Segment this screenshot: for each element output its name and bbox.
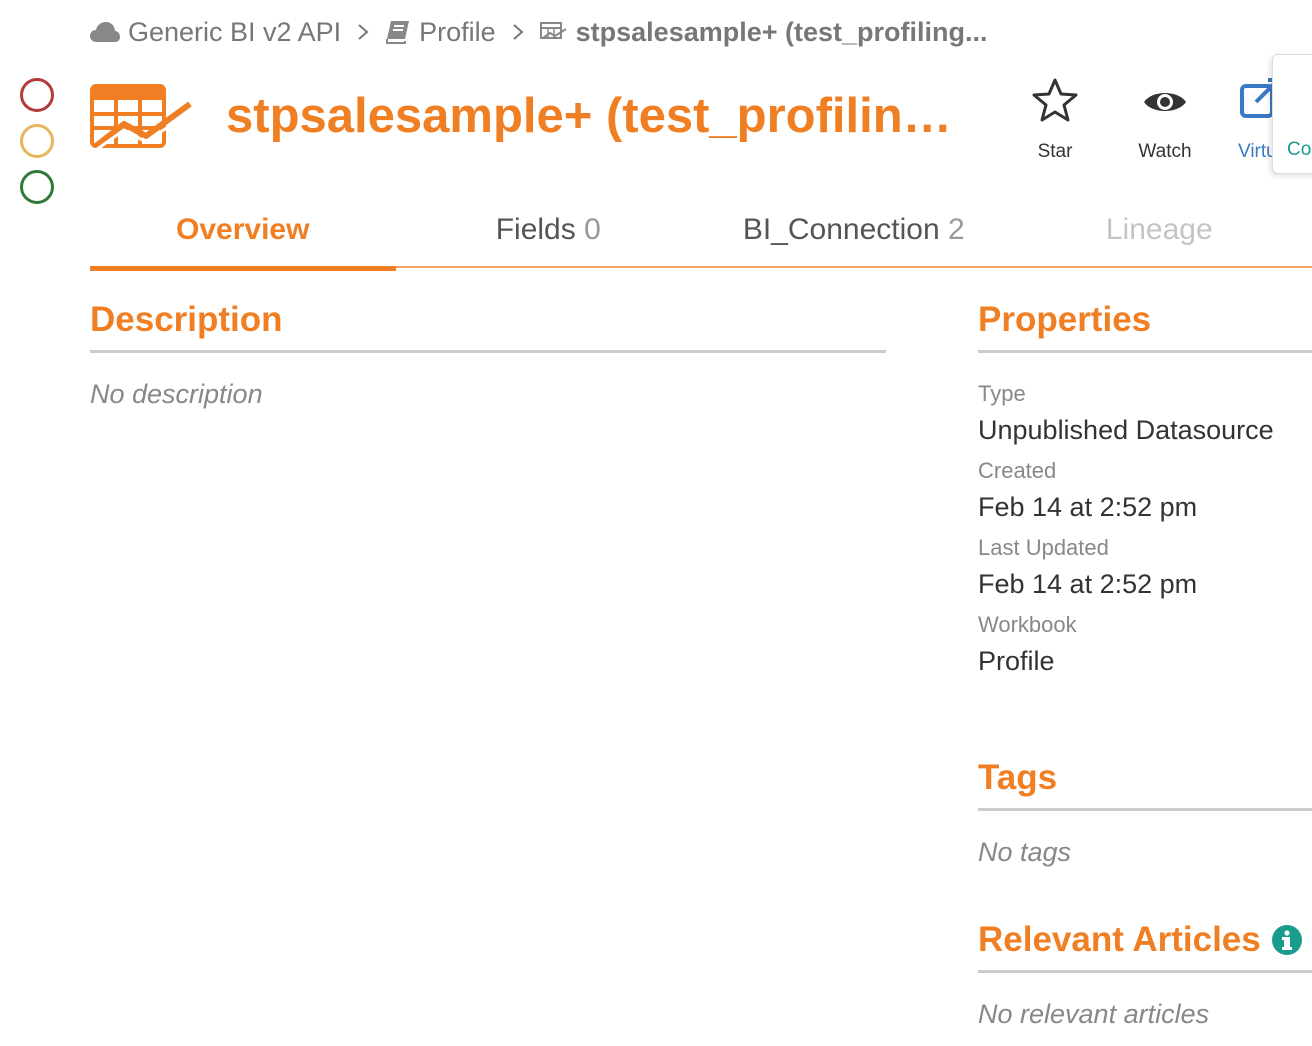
- description-section: Description No description: [90, 300, 886, 410]
- status-circle-yellow[interactable]: [20, 124, 54, 158]
- chevron-right-icon: [512, 23, 524, 41]
- info-icon[interactable]: [1271, 924, 1303, 956]
- side-panel-toggle[interactable]: Co: [1272, 54, 1312, 174]
- tags-section: Tags No tags: [978, 758, 1312, 868]
- status-circle-green[interactable]: [20, 170, 54, 204]
- status-indicators: [20, 78, 54, 216]
- workbook-label: Workbook: [978, 612, 1077, 637]
- tab-label: Overview: [176, 213, 310, 246]
- created-label: Created: [978, 458, 1057, 483]
- properties-title: Properties: [978, 300, 1312, 353]
- breadcrumb-item-profile[interactable]: Profile: [385, 17, 496, 48]
- page-title: stpsalesample+ (test_profiling_...: [226, 89, 966, 143]
- tab-label: Fields: [495, 213, 576, 246]
- status-circle-red[interactable]: [20, 78, 54, 112]
- breadcrumb-item-current: stpsalesample+ (test_profiling...: [539, 16, 988, 48]
- breadcrumb: Generic BI v2 API Profile stpsalesample+…: [90, 14, 988, 50]
- tab-overview[interactable]: Overview: [90, 206, 396, 271]
- type-label: Type: [978, 381, 1026, 406]
- last-updated-value: Feb 14 at 2:52 pm: [978, 569, 1198, 599]
- last-updated-label: Last Updated: [978, 535, 1109, 560]
- page: Generic BI v2 API Profile stpsalesample+…: [0, 0, 1312, 1046]
- tab-bi-connection[interactable]: BI_Connection 2: [701, 206, 1007, 266]
- breadcrumb-label: stpsalesample+ (test_profiling...: [575, 16, 988, 47]
- workbook-value[interactable]: Profile: [978, 646, 1312, 677]
- header-actions: Star Watch Virtua: [1000, 78, 1288, 163]
- type-value: Unpublished Datasource: [978, 415, 1274, 445]
- tab-label: Lineage: [1105, 213, 1213, 246]
- star-button[interactable]: Star: [1000, 78, 1110, 163]
- relevant-articles-empty: No relevant articles: [978, 999, 1210, 1029]
- watch-button[interactable]: Watch: [1110, 78, 1220, 163]
- description-empty: No description: [90, 379, 263, 409]
- breadcrumb-label: Profile: [419, 16, 496, 47]
- relevant-articles-title-text: Relevant Articles: [978, 920, 1261, 959]
- star-icon: [1032, 78, 1078, 127]
- tab-label: BI_Connection: [742, 213, 940, 246]
- tab-bar: Overview Fields 0 BI_Connection 2 Lineag…: [90, 206, 1312, 271]
- tab-lineage: Lineage: [1007, 206, 1312, 266]
- properties-section: Properties Type Unpublished Datasource C…: [978, 300, 1312, 677]
- relevant-articles-section: Relevant Articles No relevant articles: [978, 920, 1312, 1030]
- breadcrumb-item-api[interactable]: Generic BI v2 API: [90, 17, 341, 48]
- tab-fields[interactable]: Fields 0: [396, 206, 702, 266]
- breadcrumb-label: Generic BI v2 API: [128, 16, 342, 47]
- tab-count: 2: [947, 213, 965, 246]
- datasource-icon: [539, 22, 568, 42]
- eye-icon: [1142, 78, 1188, 127]
- tab-count: 0: [584, 213, 601, 246]
- created-value: Feb 14 at 2:52 pm: [978, 492, 1198, 522]
- description-title: Description: [90, 300, 886, 353]
- datasource-icon: [90, 84, 194, 155]
- tags-empty: No tags: [978, 837, 1072, 867]
- watch-label: Watch: [1138, 141, 1192, 162]
- book-icon: [385, 20, 411, 44]
- chevron-right-icon: [357, 23, 369, 41]
- relevant-articles-title: Relevant Articles: [978, 920, 1312, 973]
- star-label: Star: [1037, 141, 1073, 162]
- tags-title: Tags: [978, 758, 1312, 811]
- side-panel-label: Co: [1287, 139, 1312, 160]
- cloud-icon: [90, 21, 120, 43]
